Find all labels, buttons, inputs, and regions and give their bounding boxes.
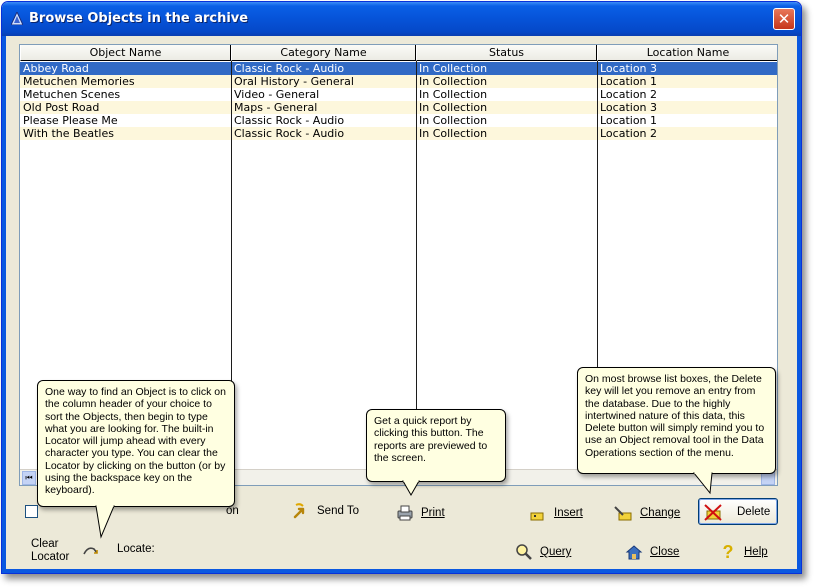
cell-status: In Collection — [419, 114, 488, 127]
table-row[interactable]: With the Beatles Classic Rock - Audio In… — [20, 127, 777, 140]
query-button[interactable]: Query — [514, 541, 571, 563]
delete-tooltip: On most browse list boxes, the Delete ke… — [577, 367, 776, 474]
locator-tooltip: One way to find an Object is to click on… — [37, 380, 235, 507]
cell-location-name: Location 1 — [600, 75, 658, 88]
cell-location-name: Location 2 — [600, 127, 658, 140]
column-header-location-name[interactable]: Location Name — [597, 45, 777, 61]
delete-button[interactable]: Delete — [698, 498, 778, 525]
window-frame-bottom — [2, 569, 801, 573]
change-button[interactable]: Change — [614, 502, 680, 524]
title-bar[interactable]: Browse Objects in the archive ✕ — [2, 2, 801, 36]
print-tooltip: Get a quick report by clicking this butt… — [366, 409, 506, 482]
cell-location-name: Location 3 — [600, 62, 658, 75]
table-row[interactable]: Old Post Road Maps - General In Collecti… — [20, 101, 777, 114]
table-row[interactable]: Metuchen Memories Oral History - General… — [20, 75, 777, 88]
list-header: Object Name Category Name Status Locatio… — [20, 45, 777, 61]
clear-locator-line1: Clear — [31, 538, 59, 550]
locate-label: Locate: — [117, 543, 155, 555]
cell-object-name: Please Please Me — [23, 114, 118, 127]
close-door-icon — [625, 545, 643, 560]
cell-category-name: Classic Rock - Audio — [234, 114, 345, 127]
send-to-button[interactable]: Send To — [291, 500, 359, 522]
query-label: Query — [540, 546, 572, 558]
cell-status: In Collection — [419, 88, 488, 101]
send-to-icon — [293, 503, 305, 519]
print-icon — [397, 505, 413, 521]
cell-category-name: Oral History - General — [234, 75, 354, 88]
clear-locator-icon[interactable] — [82, 544, 100, 558]
window-title: Browse Objects in the archive — [29, 11, 249, 26]
window-frame-right — [797, 36, 801, 573]
close-label: Close — [650, 546, 680, 558]
cell-category-name: Classic Rock - Audio — [234, 127, 345, 140]
close-button[interactable]: Close — [624, 541, 679, 563]
cell-location-name: Location 3 — [600, 101, 658, 114]
window-frame-left — [2, 36, 6, 573]
print-button[interactable]: Print — [395, 502, 445, 524]
insert-label: Insert — [554, 507, 583, 519]
cell-object-name: Abbey Road — [23, 62, 89, 75]
cell-category-name: Maps - General — [234, 101, 318, 114]
cell-status: In Collection — [419, 127, 488, 140]
table-row[interactable]: Metuchen Scenes Video - General In Colle… — [20, 88, 777, 101]
clear-locator-label: Clear Locator — [31, 538, 69, 564]
clear-locator-line2: Locator — [31, 551, 70, 563]
locator-tooltip-tail — [95, 505, 115, 539]
cell-object-name: Metuchen Scenes — [23, 88, 121, 101]
print-label: Print — [421, 507, 445, 519]
close-icon: ✕ — [777, 10, 791, 28]
column-header-status[interactable]: Status — [416, 45, 597, 61]
close-window-button[interactable]: ✕ — [773, 8, 795, 30]
delete-label: Delete — [737, 506, 771, 518]
cell-object-name: With the Beatles — [23, 127, 114, 140]
cell-category-name: Video - General — [234, 88, 320, 101]
insert-button[interactable]: Insert — [528, 502, 583, 524]
column-divider — [416, 61, 417, 469]
delete-icon — [704, 504, 722, 521]
help-icon: ? — [722, 542, 734, 562]
delete-tooltip-tail — [692, 472, 713, 495]
delete-button-content: Delete — [703, 501, 770, 523]
print-tooltip-tail — [402, 480, 420, 497]
change-label: Change — [640, 507, 681, 519]
change-icon — [614, 506, 632, 521]
window-icon — [11, 12, 23, 25]
help-button[interactable]: ? Help — [718, 541, 768, 563]
table-row[interactable]: Abbey Road Classic Rock - Audio In Colle… — [20, 62, 777, 75]
query-icon — [516, 544, 532, 560]
cell-category-name: Classic Rock - Audio — [234, 62, 345, 75]
option-checkbox[interactable] — [25, 505, 38, 518]
column-header-category-name[interactable]: Category Name — [231, 45, 416, 61]
cell-status: In Collection — [419, 75, 488, 88]
send-to-label: Send To — [317, 505, 359, 517]
scroll-first-icon[interactable]: ⏮ — [22, 471, 36, 485]
cell-object-name: Old Post Road — [23, 101, 100, 114]
cell-object-name: Metuchen Memories — [23, 75, 135, 88]
cell-status: In Collection — [419, 101, 488, 114]
table-row[interactable]: Please Please Me Classic Rock - Audio In… — [20, 114, 777, 127]
cell-status: In Collection — [419, 62, 488, 75]
column-header-object-name[interactable]: Object Name — [20, 45, 231, 61]
insert-icon — [530, 512, 544, 521]
help-label: Help — [744, 546, 768, 558]
cell-location-name: Location 1 — [600, 114, 658, 127]
cell-location-name: Location 2 — [600, 88, 658, 101]
